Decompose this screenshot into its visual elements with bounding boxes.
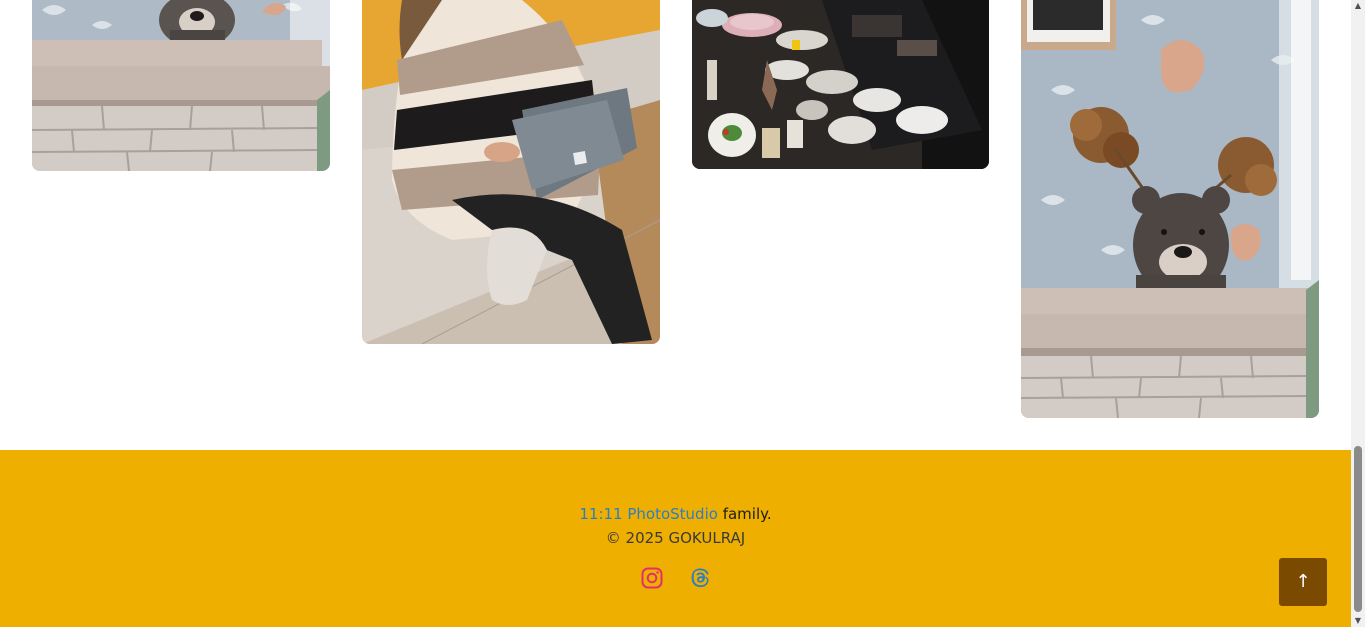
threads-link[interactable] <box>688 566 712 590</box>
copyright-text: © 2025 GOKULRAJ <box>605 529 746 547</box>
gallery-photo-bear-mantel[interactable] <box>32 0 330 171</box>
dishes-table-image <box>692 0 989 169</box>
footer-brand-line: 11:11 PhotoStudio family. <box>0 505 1351 523</box>
woman-laptop-image <box>362 0 660 344</box>
scroll-up-arrow-icon[interactable]: ▲ <box>1351 0 1365 12</box>
gallery <box>0 0 1351 450</box>
gallery-photo-woman-laptop[interactable] <box>362 0 660 344</box>
threads-icon <box>691 568 709 588</box>
scroll-down-arrow-icon[interactable]: ▼ <box>1351 615 1365 627</box>
brand-link[interactable]: 11:11 PhotoStudio <box>579 505 718 523</box>
scrollbar-thumb[interactable] <box>1354 446 1362 612</box>
gallery-photo-bear-flowers[interactable] <box>1021 0 1319 418</box>
page: 11:11 PhotoStudio family. © 2025 GOKULRA… <box>0 0 1365 627</box>
brand-suffix: family. <box>717 505 772 523</box>
vertical-scrollbar[interactable]: ▲ ▼ <box>1351 0 1365 627</box>
instagram-link[interactable] <box>640 566 664 590</box>
bear-mantel-image <box>32 0 330 171</box>
gallery-photo-dishes-table[interactable] <box>692 0 989 169</box>
footer: 11:11 PhotoStudio family. © 2025 GOKULRA… <box>0 450 1351 627</box>
instagram-icon <box>641 567 662 589</box>
social-links <box>0 566 1351 590</box>
bear-flowers-image <box>1021 0 1319 418</box>
back-to-top-button[interactable]: ↑ <box>1279 558 1327 606</box>
